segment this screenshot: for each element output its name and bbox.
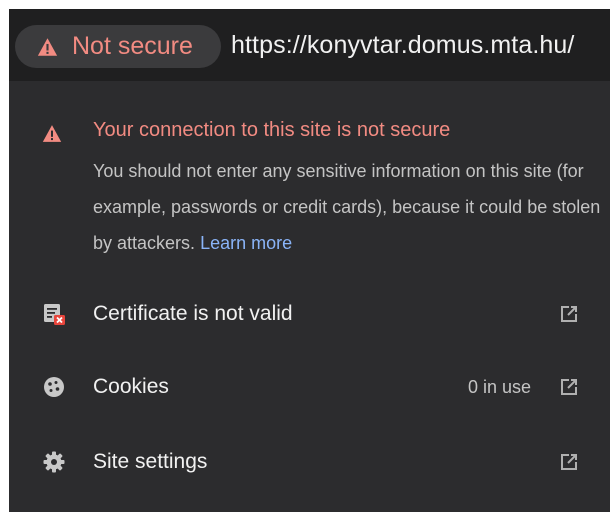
cookies-label: Cookies: [93, 375, 169, 398]
open-external-icon: [561, 306, 577, 322]
warning-title: Your connection to this site is not secu…: [93, 119, 451, 141]
warning-triangle-icon: [37, 37, 58, 56]
site-info-popup: Not secure https://konyvtar.domus.mta.hu…: [9, 9, 610, 512]
warning-description-text: You should not enter any sensitive infor…: [93, 161, 601, 253]
certificate-row[interactable]: Certificate is not valid: [9, 285, 610, 343]
site-settings-row[interactable]: Site settings: [9, 433, 610, 491]
security-chip-label: Not secure: [72, 32, 193, 60]
gear-icon: [43, 451, 65, 473]
open-external-icon: [561, 454, 577, 470]
warning-description: You should not enter any sensitive infor…: [93, 153, 603, 261]
site-settings-label: Site settings: [93, 450, 208, 473]
learn-more-link[interactable]: Learn more: [200, 233, 292, 253]
cookie-icon: [44, 377, 64, 397]
cookies-count: 0 in use: [467, 376, 531, 397]
cookies-row[interactable]: Cookies 0 in use: [9, 358, 610, 416]
open-external-icon: [561, 379, 577, 395]
certificate-label: Certificate is not valid: [93, 302, 293, 325]
certificate-invalid-icon: [44, 304, 65, 325]
security-chip-button[interactable]: Not secure: [15, 25, 221, 68]
url-text[interactable]: https://konyvtar.domus.mta.hu/: [231, 31, 574, 60]
address-bar: Not secure https://konyvtar.domus.mta.hu…: [9, 9, 610, 81]
warning-triangle-icon: [42, 125, 62, 142]
